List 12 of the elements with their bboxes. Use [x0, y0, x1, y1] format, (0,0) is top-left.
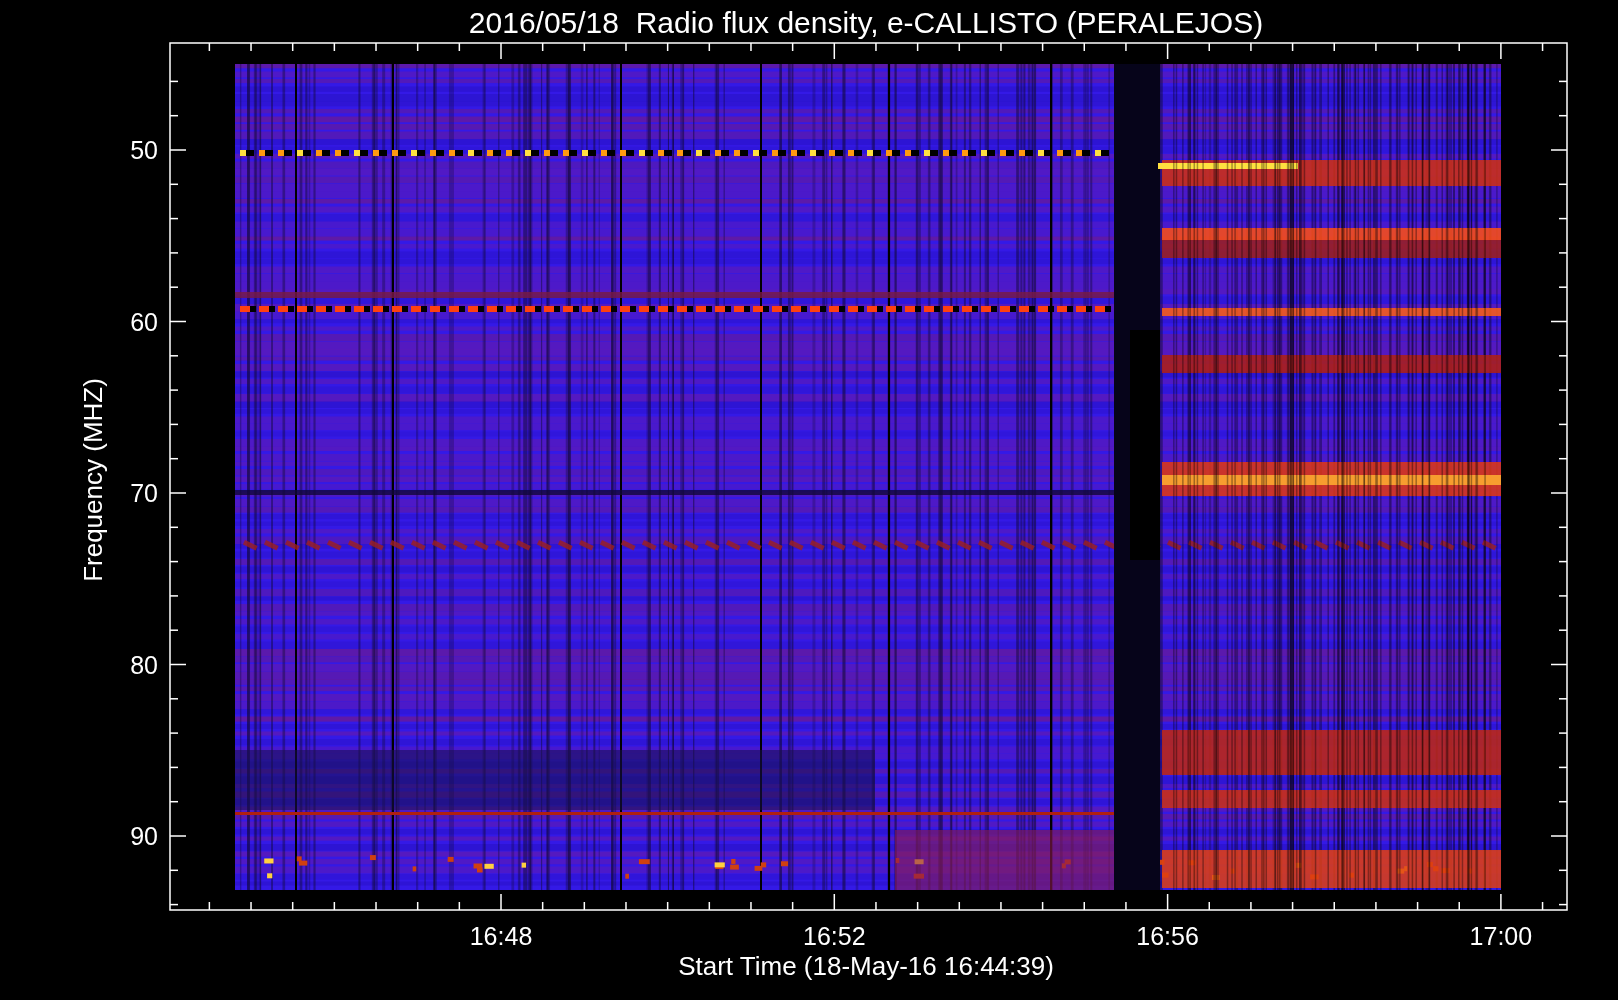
tick-label: 16:48	[469, 922, 533, 950]
tick-label: 16:52	[803, 922, 866, 950]
tick-label: 80	[130, 650, 158, 679]
tick-label: 70	[130, 479, 158, 507]
tick-label: 16:56	[1136, 922, 1199, 950]
tick-label: 90	[130, 822, 158, 850]
axis-title: Frequency (MHZ)	[78, 378, 108, 582]
tick-label: 60	[130, 307, 158, 336]
chart-title: 2016/05/18 Radio flux density, e-CALLISTO (PERALEJOS)	[468, 6, 1264, 39]
tick-label: 17:00	[1469, 922, 1533, 950]
axis-title: Start Time (18-May-16 16:44:39)	[678, 951, 1054, 981]
tick-label: 50	[130, 136, 158, 164]
